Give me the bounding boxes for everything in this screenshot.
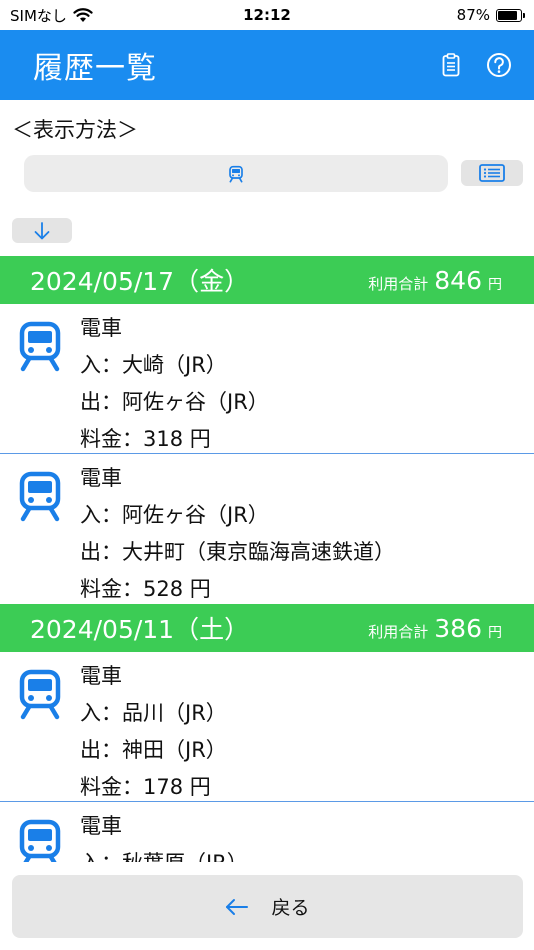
navigation-bar: 履歴一覧	[0, 30, 534, 100]
battery-fill	[498, 10, 518, 20]
status-left: SIMなし	[10, 5, 93, 26]
ride-exit: 出：神田（JR）	[80, 738, 227, 762]
ride-row[interactable]: 電車 入：大崎（JR） 出：阿佐ヶ谷（JR） 料金：318 円	[0, 304, 534, 454]
train-icon	[19, 819, 61, 862]
total-amount: 846	[434, 265, 482, 295]
ride-fare: 料金：528 円	[80, 577, 211, 601]
arrow-left-icon	[226, 898, 249, 915]
ride-row[interactable]: 電車 入：阿佐ヶ谷（JR） 出：大井町（東京臨海高速鉄道） 料金：528 円	[0, 454, 534, 604]
ride-type: 電車	[80, 664, 122, 688]
ride-entry: 入：大崎（JR）	[80, 353, 227, 377]
ride-exit: 出：阿佐ヶ谷（JR）	[80, 390, 269, 414]
total-amount: 386	[434, 613, 482, 643]
ride-type: 電車	[80, 814, 122, 838]
ride-exit: 出：大井町（東京臨海高速鉄道）	[80, 540, 395, 564]
daily-total: 利用合計 846 円	[368, 266, 502, 295]
help-icon[interactable]	[486, 52, 512, 78]
list-view-button[interactable]	[461, 160, 523, 186]
nav-actions	[438, 52, 512, 78]
display-mode-selector[interactable]	[24, 155, 448, 192]
page-title: 履歴一覧	[33, 51, 157, 86]
train-icon	[19, 471, 61, 522]
list-icon	[479, 164, 505, 182]
ride-row[interactable]: 電車 入：秋葉原（JR）	[0, 802, 534, 862]
train-icon	[229, 165, 243, 183]
ride-type: 電車	[80, 466, 122, 490]
total-label: 利用合計	[368, 274, 429, 293]
status-bar: SIMなし 12:12 87%	[0, 0, 534, 30]
ride-details: 電車 入：大崎（JR） 出：阿佐ヶ谷（JR） 料金：318 円	[80, 310, 269, 458]
date-header: 2024/05/17（金） 利用合計 846 円	[0, 256, 534, 304]
date-header: 2024/05/11（土） 利用合計 386 円	[0, 604, 534, 652]
ride-entry: 入：阿佐ヶ谷（JR）	[80, 503, 269, 527]
sort-order-button[interactable]	[12, 218, 72, 243]
total-label: 利用合計	[368, 622, 429, 641]
ride-details: 電車 入：秋葉原（JR）	[80, 808, 248, 862]
display-method-label: ＜表示方法＞	[12, 118, 138, 142]
ride-fare: 料金：318 円	[80, 427, 211, 451]
status-right: 87%	[456, 6, 525, 24]
arrow-down-icon	[34, 221, 50, 239]
date-label: 2024/05/17（金）	[30, 267, 250, 296]
battery-percent: 87%	[456, 6, 490, 24]
train-icon	[19, 321, 61, 372]
back-label: 戻る	[271, 897, 310, 919]
train-icon	[19, 669, 61, 720]
wifi-icon	[73, 7, 93, 22]
battery-icon	[496, 8, 525, 22]
ride-details: 電車 入：阿佐ヶ谷（JR） 出：大井町（東京臨海高速鉄道） 料金：528 円	[80, 460, 395, 608]
total-unit: 円	[488, 276, 502, 293]
clipboard-icon[interactable]	[438, 52, 464, 78]
ride-entry: 入：品川（JR）	[80, 701, 227, 725]
ride-entry: 入：秋葉原（JR）	[80, 845, 248, 862]
date-label: 2024/05/11（土）	[30, 615, 250, 644]
ride-row[interactable]: 電車 入：品川（JR） 出：神田（JR） 料金：178 円	[0, 652, 534, 802]
history-list[interactable]: 2024/05/17（金） 利用合計 846 円 電車 入：大崎（JR） 出：阿…	[0, 256, 534, 862]
ride-fare: 料金：178 円	[80, 775, 211, 799]
total-unit: 円	[488, 624, 502, 641]
daily-total: 利用合計 386 円	[368, 614, 502, 643]
carrier-label: SIMなし	[10, 6, 67, 25]
ride-details: 電車 入：品川（JR） 出：神田（JR） 料金：178 円	[80, 658, 227, 806]
back-button[interactable]: 戻る	[12, 875, 523, 938]
ride-type: 電車	[80, 316, 122, 340]
